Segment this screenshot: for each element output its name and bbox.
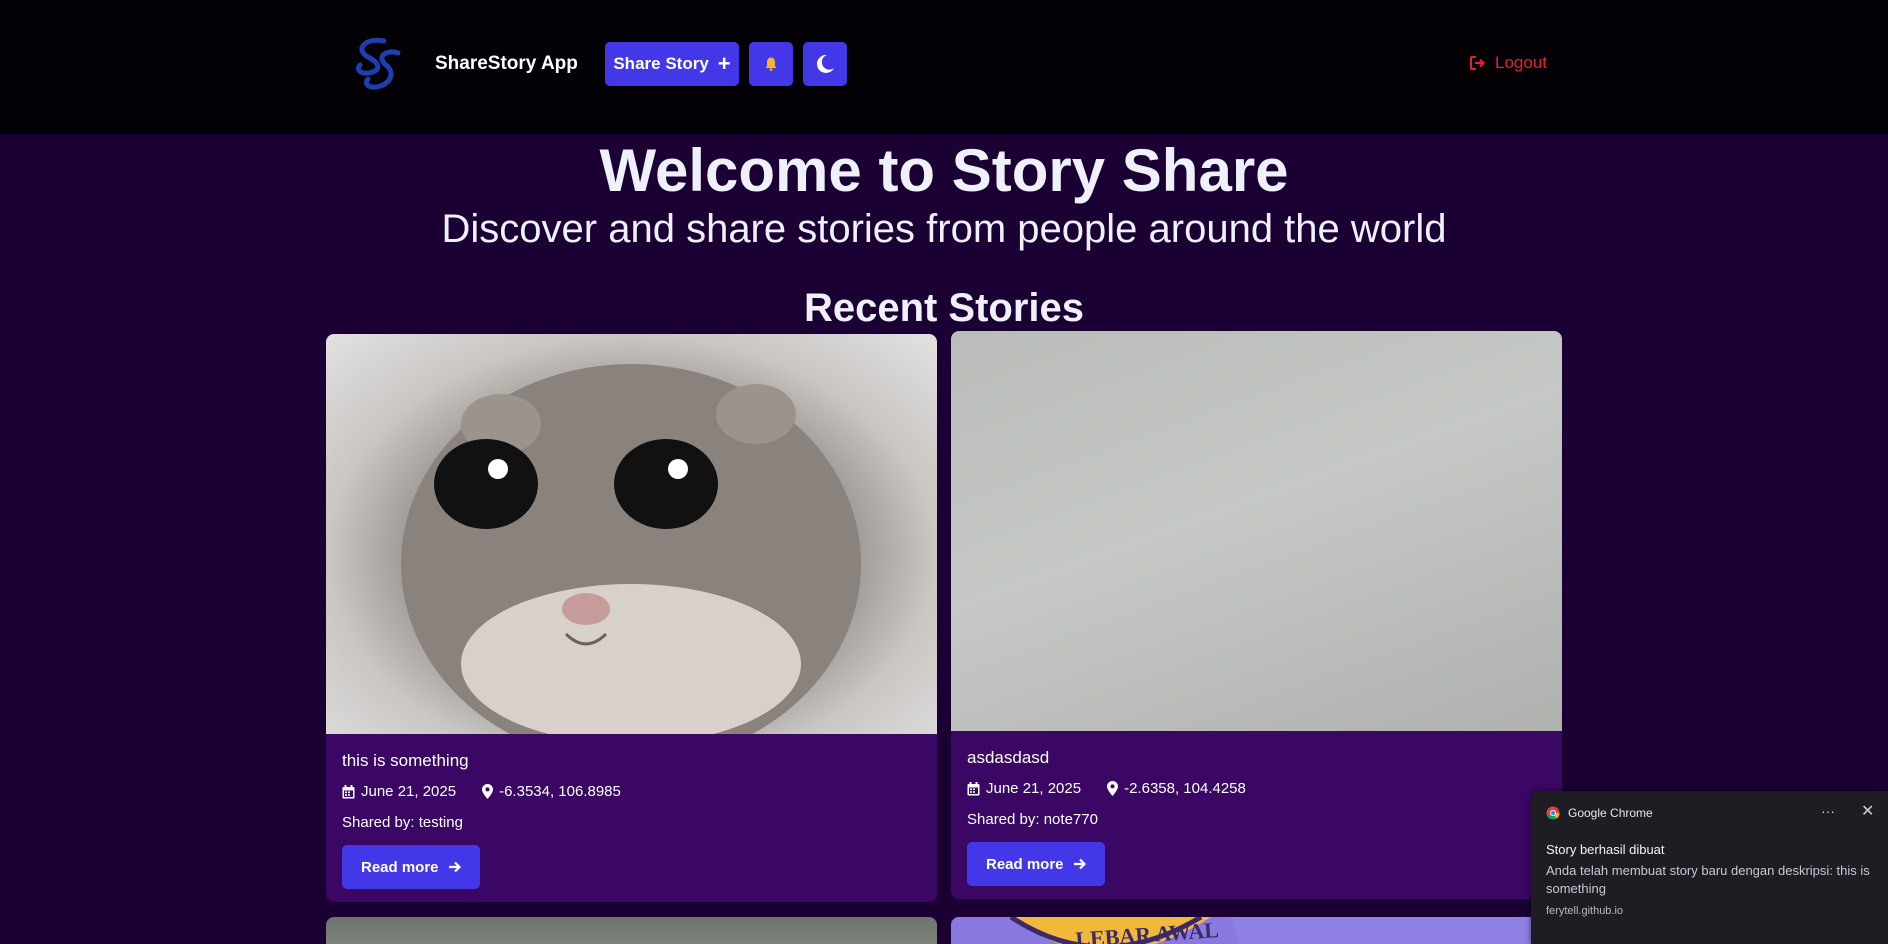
notification-app-name: Google Chrome <box>1568 806 1653 820</box>
story-card: this is something June 21, 2025 -6.3534,… <box>326 334 937 902</box>
story-shared-by: Shared by: testing <box>342 814 463 831</box>
story-shared-by: Shared by: note770 <box>967 811 1098 828</box>
poster-image: LEBAR AWAL <box>951 917 1562 944</box>
story-date: June 21, 2025 <box>361 783 457 800</box>
read-more-button[interactable]: Read more <box>967 842 1105 886</box>
app-name[interactable]: ShareStory App <box>435 53 578 75</box>
map-pin-icon <box>1107 781 1119 796</box>
chrome-icon <box>1546 806 1560 820</box>
calendar-icon <box>967 781 980 795</box>
app-logo[interactable] <box>346 31 410 95</box>
story-date: June 21, 2025 <box>986 780 1082 797</box>
notification-source: ferytell.github.io <box>1546 905 1624 917</box>
read-more-button[interactable]: Read more <box>342 845 480 889</box>
share-story-label: Share Story <box>613 54 709 73</box>
story-card: asdasdasd June 21, 2025 -2.6358, 104.425… <box>951 331 1562 899</box>
notification-header: Google Chrome <box>1546 806 1653 820</box>
recent-stories-heading: Recent Stories <box>803 286 1085 330</box>
close-icon[interactable]: ✕ <box>1861 801 1874 821</box>
calendar-icon <box>342 784 355 798</box>
notification-button[interactable] <box>749 42 793 86</box>
hero-title: Welcome to Story Share <box>599 137 1289 204</box>
read-more-label: Read more <box>361 858 439 876</box>
story-image-wall <box>951 331 1562 731</box>
notification-body: Anda telah membuat story baru dengan des… <box>1546 863 1870 896</box>
chrome-notification[interactable]: Google Chrome ··· ✕ Story berhasil dibua… <box>1531 791 1888 944</box>
story-title: asdasdasd <box>967 748 1050 767</box>
sign-out-icon <box>1470 56 1486 70</box>
theme-toggle-button[interactable] <box>803 42 847 86</box>
story-title: this is something <box>342 751 469 770</box>
notification-title: Story berhasil dibuat <box>1546 842 1665 857</box>
logout-link[interactable]: Logout <box>1470 53 1547 73</box>
hamster-illustration <box>401 364 861 734</box>
story-card-partial[interactable] <box>326 917 937 944</box>
logout-label: Logout <box>1495 53 1547 72</box>
story-card-partial[interactable]: LEBAR AWAL <box>951 917 1562 944</box>
top-navbar: ShareStory App Share Story + Logout <box>0 0 1888 134</box>
read-more-label: Read more <box>986 855 1064 873</box>
hero-subtitle: Discover and share stories from people a… <box>441 207 1447 251</box>
story-image-hamster <box>326 334 937 734</box>
plus-icon: + <box>717 51 731 76</box>
more-icon[interactable]: ··· <box>1821 803 1835 819</box>
story-meta: June 21, 2025 -6.3534, 106.8985 <box>342 783 921 800</box>
bell-icon <box>765 57 777 72</box>
arrow-right-icon <box>1073 858 1086 870</box>
story-location: -2.6358, 104.4258 <box>1124 780 1246 797</box>
arrow-right-icon <box>448 861 461 873</box>
share-story-button[interactable]: Share Story + <box>605 42 739 86</box>
moon-icon <box>816 54 834 73</box>
story-location: -6.3534, 106.8985 <box>499 783 621 800</box>
story-meta: June 21, 2025 -2.6358, 104.4258 <box>967 780 1546 797</box>
map-pin-icon <box>482 784 494 799</box>
